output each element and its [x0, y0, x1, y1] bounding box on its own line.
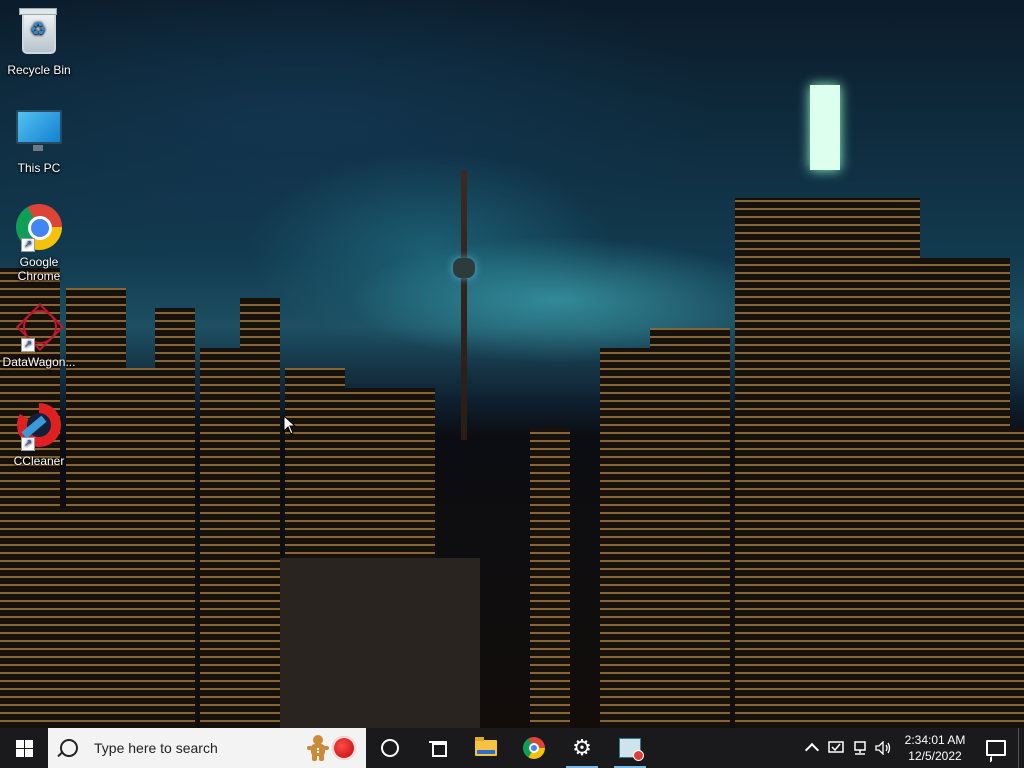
rail-yard [280, 558, 480, 728]
computer-monitor-icon [15, 110, 63, 158]
cn-tower-pod [453, 258, 475, 278]
action-center-button[interactable] [974, 728, 1018, 768]
building [735, 198, 920, 728]
settings-taskbar-button[interactable]: ⚙ [558, 728, 606, 768]
building [0, 508, 165, 728]
search-icon [60, 739, 78, 757]
gear-icon: ⚙ [572, 735, 592, 760]
building [200, 348, 250, 728]
volume-button[interactable] [872, 728, 896, 768]
datawagon-icon: ↗ [15, 304, 63, 352]
chrome-icon: ↗ [15, 204, 63, 252]
cn-tower [461, 170, 467, 440]
building [650, 328, 730, 728]
desktop-icon-this-pc[interactable]: This PC [1, 106, 77, 175]
shortcut-arrow-icon: ↗ [21, 437, 35, 451]
folder-icon [475, 737, 497, 756]
desktop-icon-datawagon[interactable]: ↗ DataWagon... [1, 304, 77, 369]
cortana-button[interactable] [366, 728, 414, 768]
desktop-icon-recycle-bin[interactable]: ♻ Recycle Bin [1, 8, 77, 77]
taskbar: Type here to search ⚙ 2:34:01 AM 12/5/20… [0, 728, 1024, 768]
show-hidden-icons-button[interactable] [800, 728, 824, 768]
cortana-icon [381, 739, 399, 757]
building-spire [810, 85, 840, 170]
file-explorer-button[interactable] [462, 728, 510, 768]
tray-app-icon[interactable] [824, 728, 848, 768]
system-tray: 2:34:01 AM 12/5/2022 [800, 728, 1024, 768]
recycle-bin-icon: ♻ [15, 8, 63, 60]
desktop-wallpaper [0, 0, 1024, 728]
desktop-icon-label: CCleaner [13, 454, 65, 468]
shortcut-arrow-icon: ↗ [21, 238, 35, 252]
gingerbread-doodle-icon [307, 735, 329, 761]
chrome-taskbar-button[interactable] [510, 728, 558, 768]
desktop-icon-ccleaner[interactable]: ↗ CCleaner [1, 403, 77, 468]
building [530, 428, 570, 728]
holiday-ornament-icon [332, 736, 356, 760]
app-window-icon [619, 738, 644, 761]
app-window-taskbar-button[interactable] [606, 728, 654, 768]
desktop-icon-label: Recycle Bin [7, 63, 71, 77]
building [910, 428, 1024, 728]
clock-date: 12/5/2022 [908, 749, 962, 763]
speaker-icon [875, 741, 891, 755]
desktop-icon-label: This PC [17, 161, 61, 175]
task-view-button[interactable] [414, 728, 462, 768]
chrome-icon [523, 737, 545, 759]
show-desktop-button[interactable] [1018, 728, 1024, 768]
network-icon [854, 741, 866, 755]
ccleaner-icon: ↗ [15, 403, 63, 451]
desktop-icon-label: Google Chrome [17, 255, 61, 283]
search-placeholder: Type here to search [94, 740, 218, 756]
chevron-up-icon [804, 742, 820, 758]
monitor-check-icon [828, 741, 844, 753]
shortcut-arrow-icon: ↗ [21, 338, 35, 352]
windows-logo-icon [15, 739, 33, 757]
desktop-icon-google-chrome[interactable]: ↗ Google Chrome [1, 204, 77, 283]
desktop-icon-label: DataWagon... [2, 355, 76, 369]
task-view-icon [429, 741, 447, 757]
start-button[interactable] [0, 728, 48, 768]
search-box[interactable]: Type here to search [48, 728, 366, 768]
clock[interactable]: 2:34:01 AM 12/5/2022 [900, 732, 970, 764]
clock-time: 2:34:01 AM [904, 733, 966, 747]
network-button[interactable] [848, 728, 872, 768]
building [600, 348, 650, 728]
notification-icon [986, 740, 1006, 756]
